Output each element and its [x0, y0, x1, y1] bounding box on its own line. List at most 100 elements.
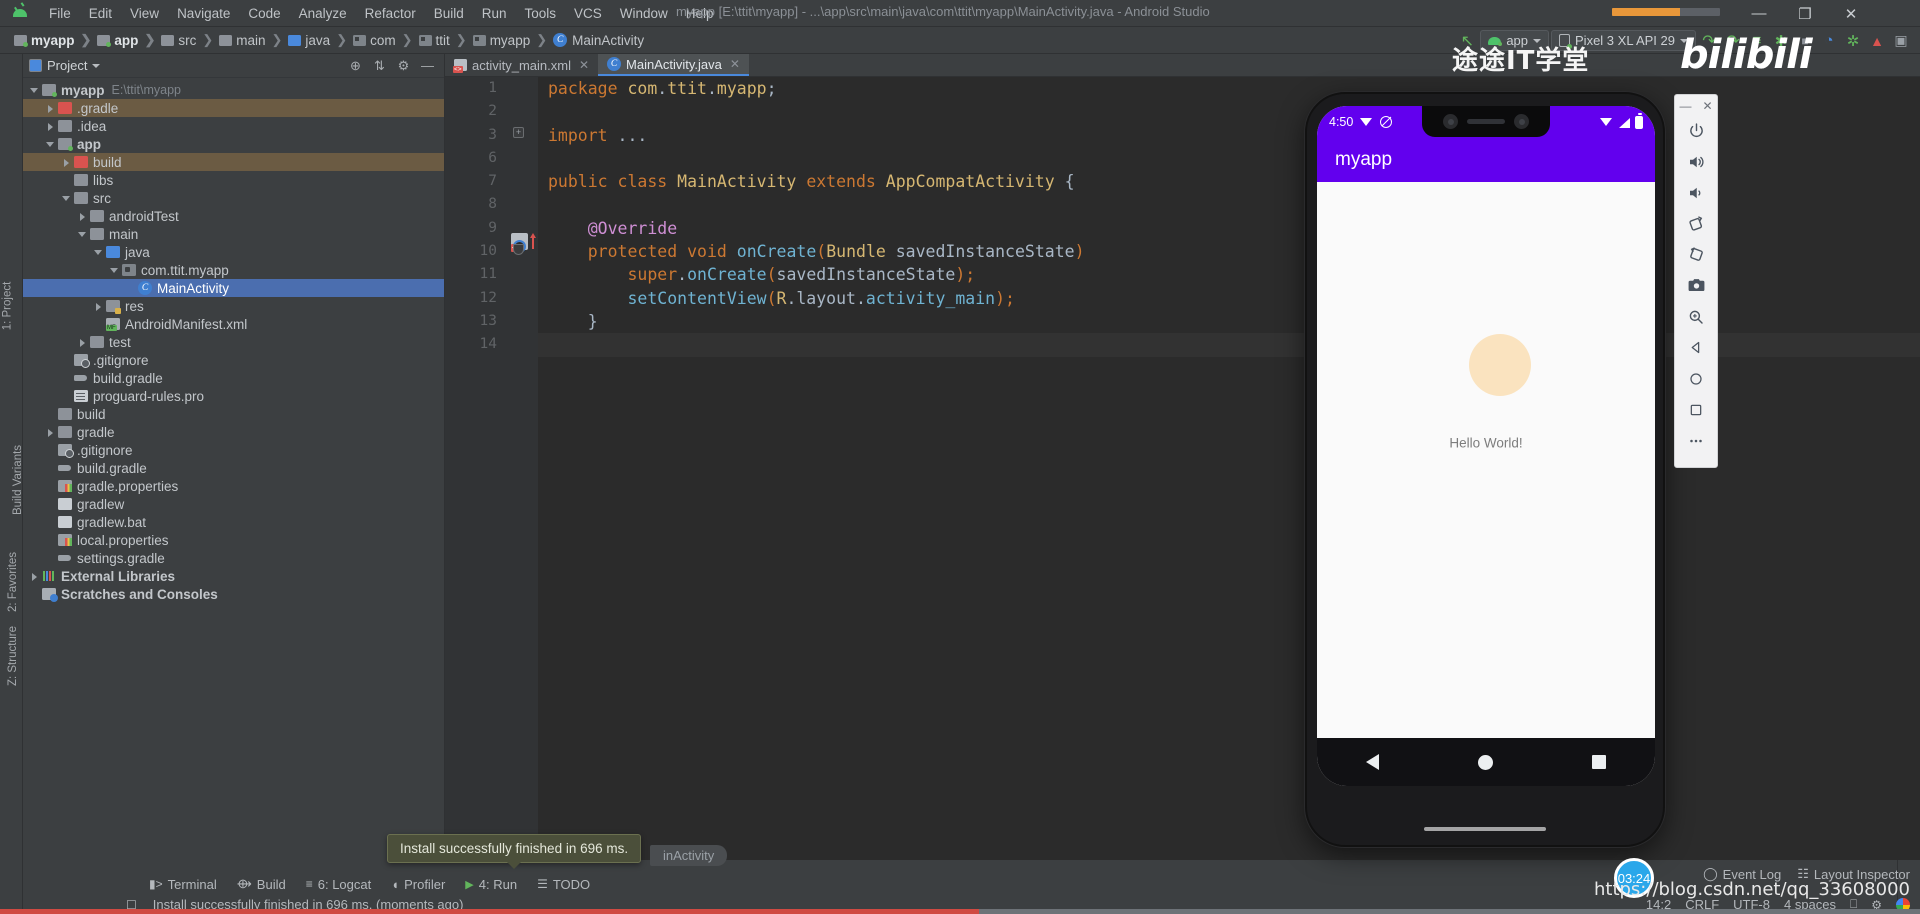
- menu-file[interactable]: File: [40, 3, 80, 24]
- window-maximize-button[interactable]: ❐: [1782, 0, 1828, 27]
- tree-node-test[interactable]: test: [23, 333, 444, 351]
- tree-toggle-collapsed-icon[interactable]: [61, 157, 72, 168]
- tree-toggle-expanded-icon[interactable]: [29, 85, 40, 96]
- menu-analyze[interactable]: Analyze: [290, 3, 356, 24]
- emulator-close-button[interactable]: ✕: [1702, 99, 1712, 113]
- tool-window-terminal[interactable]: ▮> Terminal: [149, 877, 217, 892]
- breadcrumb-mainactivity[interactable]: C MainActivity: [553, 33, 644, 48]
- avd-manager-icon[interactable]: ✲: [1842, 30, 1864, 52]
- tree-toggle-collapsed-icon[interactable]: [45, 121, 56, 132]
- sdk-manager-icon[interactable]: ▲: [1866, 30, 1888, 52]
- tree-toggle-expanded-icon[interactable]: [77, 229, 88, 240]
- tree-node-scratches-and-consoles[interactable]: Scratches and Consoles: [23, 585, 444, 603]
- tree-toggle-collapsed-icon[interactable]: [45, 427, 56, 438]
- volume-down-icon[interactable]: [1681, 177, 1711, 208]
- tree-node--gitignore[interactable]: .gitignore: [23, 441, 444, 459]
- rotate-left-icon[interactable]: [1681, 208, 1711, 239]
- zoom-icon[interactable]: [1681, 301, 1711, 332]
- breadcrumb-myapp[interactable]: myapp ❯: [14, 32, 97, 48]
- window-close-button[interactable]: ✕: [1828, 0, 1874, 27]
- emu-back-button[interactable]: [1366, 754, 1380, 770]
- tree-node--gradle[interactable]: .gradle: [23, 99, 444, 117]
- stripe-project[interactable]: 1: Project: [1, 282, 13, 331]
- tree-node-gradle-properties[interactable]: gradle.properties: [23, 477, 444, 495]
- tree-toggle-collapsed-icon[interactable]: [93, 301, 104, 312]
- hide-panel-icon[interactable]: —: [420, 58, 435, 73]
- menu-tools[interactable]: Tools: [516, 3, 566, 24]
- tree-node-androidtest[interactable]: androidTest: [23, 207, 444, 225]
- tree-node-app[interactable]: app: [23, 135, 444, 153]
- tree-node-res[interactable]: res: [23, 297, 444, 315]
- breadcrumb-main[interactable]: main ❯: [219, 32, 288, 48]
- tool-window-run[interactable]: ▶ 4: Run: [465, 877, 517, 892]
- close-icon[interactable]: ✕: [579, 58, 589, 72]
- menu-vcs[interactable]: VCS: [565, 3, 611, 24]
- tree-node-myapp[interactable]: myapp E:\ttit\myapp: [23, 81, 444, 99]
- menu-view[interactable]: View: [121, 3, 168, 24]
- breadcrumb-app[interactable]: app ❯: [97, 32, 161, 48]
- tree-node-gradlew[interactable]: gradlew: [23, 495, 444, 513]
- tree-toggle-expanded-icon[interactable]: [45, 139, 56, 150]
- tree-node--idea[interactable]: .idea: [23, 117, 444, 135]
- tool-window-build[interactable]: ⟴ Build: [237, 876, 286, 892]
- fold-import-icon[interactable]: +: [513, 127, 524, 138]
- emu-home-button[interactable]: [1477, 754, 1493, 770]
- settings-gear-icon[interactable]: ⚙: [396, 58, 411, 73]
- screenshot-camera-icon[interactable]: [1681, 270, 1711, 301]
- emu-recents-button[interactable]: [1591, 755, 1606, 769]
- tree-node-main[interactable]: main: [23, 225, 444, 243]
- tree-node-local-properties[interactable]: local.properties: [23, 531, 444, 549]
- tree-toggle-expanded-icon[interactable]: [109, 265, 120, 276]
- profiler-icon[interactable]: ◔: [1818, 30, 1840, 52]
- menu-build[interactable]: Build: [425, 3, 473, 24]
- tab-mainactivity-java[interactable]: C MainActivity.java ✕: [598, 54, 749, 76]
- tree-node-build[interactable]: build: [23, 153, 444, 171]
- menu-run[interactable]: Run: [473, 3, 516, 24]
- tree-node--gitignore[interactable]: .gitignore: [23, 351, 444, 369]
- more-options-icon[interactable]: [1681, 425, 1711, 456]
- target-icon[interactable]: ⊕: [348, 58, 363, 73]
- tree-node-gradle[interactable]: gradle: [23, 423, 444, 441]
- menu-window[interactable]: Window: [611, 3, 677, 24]
- tree-node-libs[interactable]: libs: [23, 171, 444, 189]
- emulator-minimize-button[interactable]: —: [1679, 99, 1691, 113]
- breadcrumb-java[interactable]: java ❯: [288, 32, 353, 48]
- tool-window-todo[interactable]: ☰ TODO: [537, 877, 590, 892]
- breadcrumb-com[interactable]: com ❯: [353, 32, 418, 48]
- tree-toggle-expanded-icon[interactable]: [93, 247, 104, 258]
- power-icon[interactable]: [1681, 115, 1711, 146]
- overview-nav-icon[interactable]: [1681, 394, 1711, 425]
- window-minimize-button[interactable]: —: [1736, 0, 1782, 27]
- tree-node-build-gradle[interactable]: build.gradle: [23, 369, 444, 387]
- breadcrumb-src[interactable]: src ❯: [161, 32, 219, 48]
- fold-method-icon[interactable]: [513, 244, 524, 255]
- rotate-right-icon[interactable]: [1681, 239, 1711, 270]
- tree-node-proguard-rules-pro[interactable]: proguard-rules.pro: [23, 387, 444, 405]
- volume-up-icon[interactable]: [1681, 146, 1711, 177]
- tool-window-logcat[interactable]: ≡ 6: Logcat: [306, 877, 372, 892]
- tree-toggle-expanded-icon[interactable]: [61, 193, 72, 204]
- tree-node-settings-gradle[interactable]: settings.gradle: [23, 549, 444, 567]
- breadcrumb-myapp-pkg[interactable]: myapp ❯: [472, 32, 553, 48]
- menu-refactor[interactable]: Refactor: [356, 3, 425, 24]
- tree-node-src[interactable]: src: [23, 189, 444, 207]
- back-nav-icon[interactable]: [1681, 332, 1711, 363]
- home-nav-icon[interactable]: [1681, 363, 1711, 394]
- tree-node-build-gradle[interactable]: build.gradle: [23, 459, 444, 477]
- tree-node-mainactivity[interactable]: C MainActivity: [23, 279, 444, 297]
- tree-node-external-libraries[interactable]: External Libraries: [23, 567, 444, 585]
- tree-node-gradlew-bat[interactable]: gradlew.bat: [23, 513, 444, 531]
- tree-toggle-collapsed-icon[interactable]: [77, 337, 88, 348]
- breadcrumb-ttit[interactable]: ttit ❯: [418, 32, 473, 48]
- tree-toggle-collapsed-icon[interactable]: [77, 211, 88, 222]
- tree-node-com-ttit-myapp[interactable]: com.ttit.myapp: [23, 261, 444, 279]
- tab-activity-main-xml[interactable]: activity_main.xml ✕: [445, 54, 598, 76]
- menu-code[interactable]: Code: [239, 3, 289, 24]
- app-content-area[interactable]: Hello World!: [1317, 182, 1655, 738]
- collapse-all-icon[interactable]: ⇅: [372, 58, 387, 73]
- stripe-structure[interactable]: Z: Structure: [7, 626, 19, 686]
- menu-navigate[interactable]: Navigate: [168, 3, 239, 24]
- tree-toggle-collapsed-icon[interactable]: [45, 103, 56, 114]
- tool-window-profiler[interactable]: ◖ Profiler: [391, 877, 445, 892]
- tree-node-androidmanifest-xml[interactable]: AndroidManifest.xml: [23, 315, 444, 333]
